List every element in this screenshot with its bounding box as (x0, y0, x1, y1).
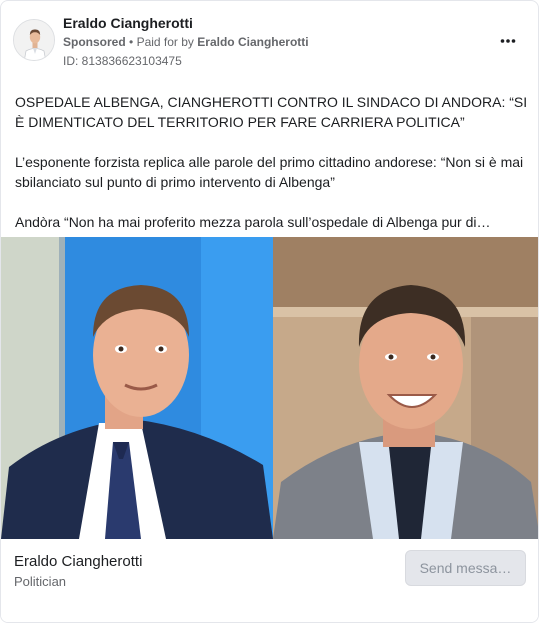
post-paragraph-truncated[interactable]: Andòra “Non ha mai proferito mezza parol… (15, 212, 530, 232)
post-paragraph: L’esponente forzista replica alle parole… (15, 154, 524, 190)
post-text: OSPEDALE ALBENGA, CIANGHEROTTI CONTRO IL… (15, 92, 530, 252)
post-image[interactable] (1, 237, 538, 539)
sponsored-label: Sponsored (63, 35, 126, 49)
ad-id: ID: 813836623103475 (63, 54, 182, 68)
page-avatar[interactable] (13, 19, 55, 61)
footer-page-name[interactable]: Eraldo Ciangherotti (14, 553, 142, 570)
footer-page-category: Politician (14, 574, 67, 589)
paid-for-name: Eraldo Ciangherotti (197, 35, 309, 49)
more-horizontal-icon (500, 39, 516, 43)
post-headline: OSPEDALE ALBENGA, CIANGHEROTTI CONTRO IL… (15, 94, 528, 130)
more-options-button[interactable] (496, 29, 520, 53)
meta-separator: • (129, 35, 137, 49)
ad-card: Eraldo Ciangherotti Sponsored • Paid for… (0, 0, 539, 623)
page-name[interactable]: Eraldo Ciangherotti (63, 15, 193, 31)
ad-footer: Eraldo Ciangherotti Politician Send mess… (1, 539, 538, 622)
send-message-button[interactable]: Send messa… (405, 550, 526, 586)
sponsored-line: Sponsored • Paid for by Eraldo Cianghero… (63, 35, 309, 49)
paid-for-prefix: Paid for by (136, 35, 194, 49)
post-header: Eraldo Ciangherotti Sponsored • Paid for… (1, 1, 538, 81)
